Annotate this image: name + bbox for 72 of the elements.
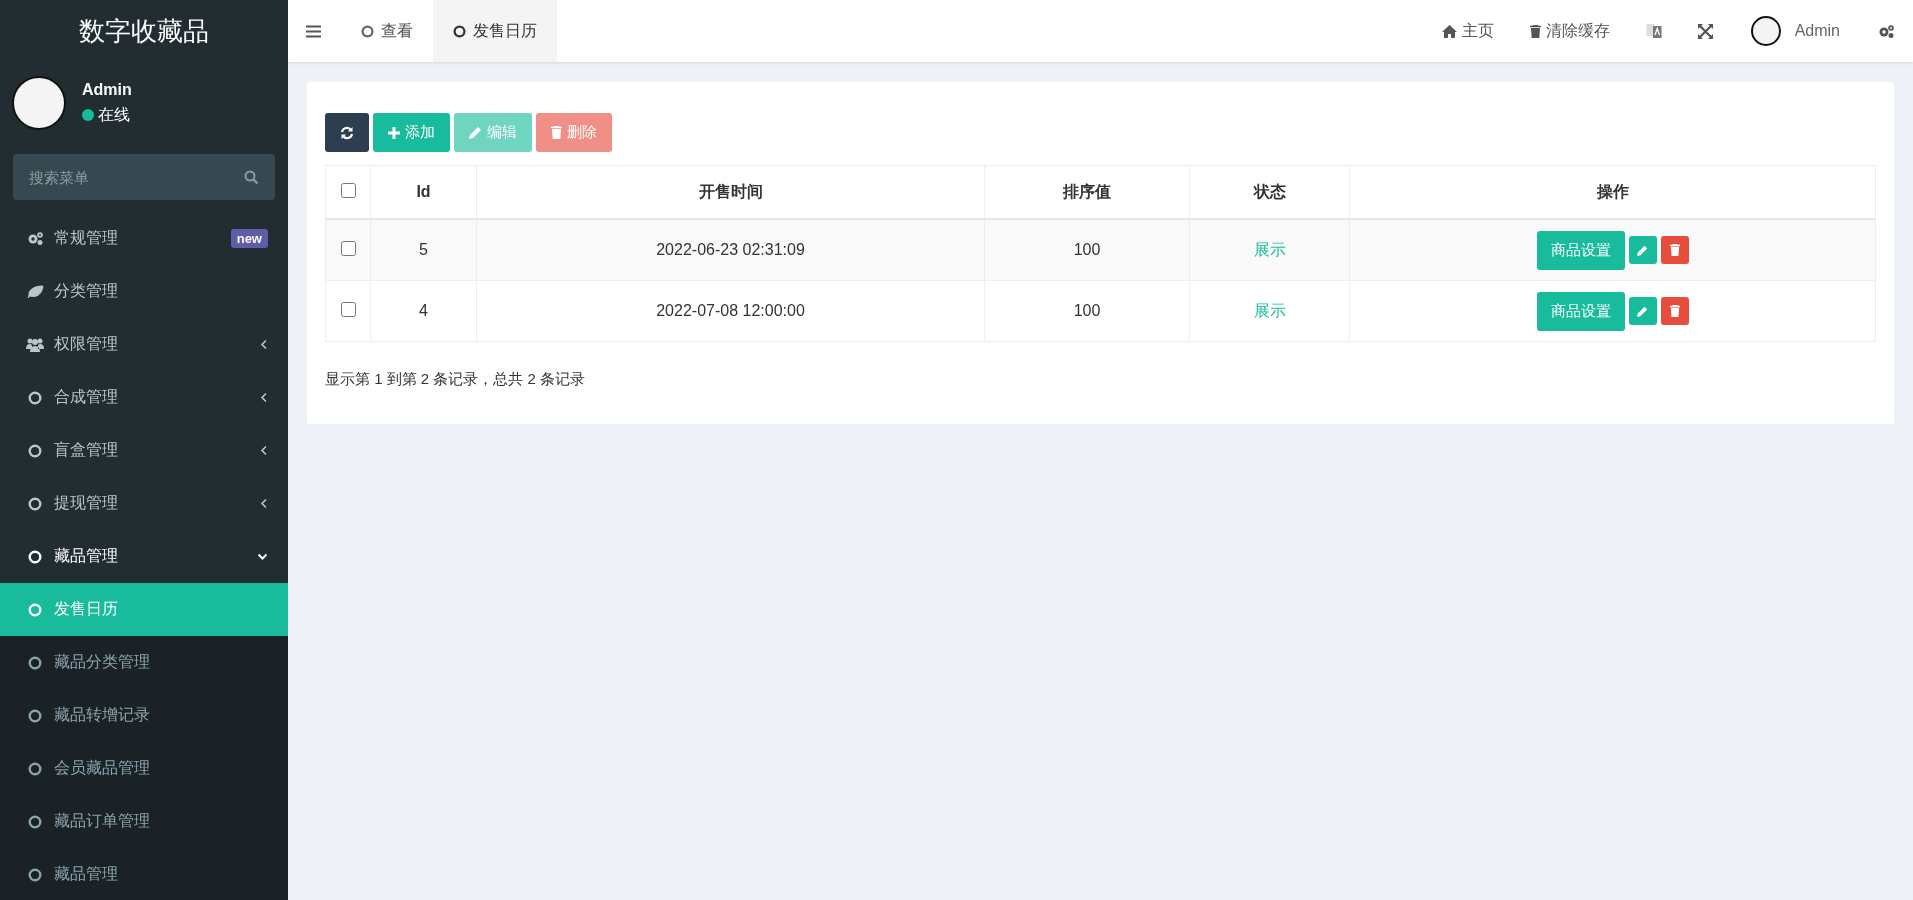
tab-circle-icon xyxy=(453,24,466,38)
trash-icon xyxy=(1529,24,1541,38)
trash-icon xyxy=(1669,305,1680,317)
settings-icon[interactable] xyxy=(1878,23,1895,39)
home-icon xyxy=(1441,24,1457,38)
submenu-item[interactable]: 藏品订单管理 xyxy=(0,795,288,848)
search-field[interactable]: 搜索菜单 xyxy=(13,154,275,200)
search-icon xyxy=(244,170,259,185)
trash-icon xyxy=(551,126,562,139)
refresh-button[interactable] xyxy=(325,113,369,152)
table-cell: 2022-07-08 12:00:00 xyxy=(476,280,985,342)
circle-icon xyxy=(28,867,42,882)
edit-button[interactable] xyxy=(1628,236,1657,264)
menu-item[interactable]: 权限管理 xyxy=(0,318,288,371)
app-title: 数字收藏品 xyxy=(78,14,210,48)
circle-icon xyxy=(28,602,42,617)
fullscreen-icon[interactable] xyxy=(1697,23,1713,39)
select-all-checkbox[interactable] xyxy=(340,182,356,198)
menu-icon[interactable] xyxy=(306,24,321,38)
menu-item[interactable]: 盲盒管理 xyxy=(0,424,288,477)
circle-icon xyxy=(28,655,42,670)
row-checkbox[interactable] xyxy=(340,301,356,317)
users-icon xyxy=(26,337,44,352)
leaf-icon xyxy=(26,284,44,299)
gears-icon xyxy=(26,231,44,246)
menu-item[interactable]: 藏品管理 xyxy=(0,530,288,583)
submenu-item[interactable]: 藏品分类管理 xyxy=(0,636,288,689)
table-cell: 5 xyxy=(370,219,477,281)
table-cell: 100 xyxy=(984,219,1190,281)
nav-link[interactable]: 清除缓存 xyxy=(1511,0,1628,62)
delete-button[interactable] xyxy=(1660,297,1689,325)
row-checkbox[interactable] xyxy=(340,240,356,256)
circle-icon xyxy=(28,761,42,776)
nav-link[interactable]: 主页 xyxy=(1423,0,1512,62)
table-cell: 2022-06-23 02:31:09 xyxy=(476,219,985,281)
circle-icon xyxy=(28,390,42,405)
circle-icon xyxy=(28,496,42,511)
trash-icon xyxy=(1669,244,1680,256)
menu-item[interactable]: 分类管理 xyxy=(0,265,288,318)
refresh-icon xyxy=(340,125,354,140)
menu-item[interactable]: 提现管理 xyxy=(0,477,288,530)
user-status: 在线 xyxy=(98,104,130,125)
avatar xyxy=(1750,16,1781,46)
circle-icon xyxy=(28,443,42,458)
user-name: Admin xyxy=(82,80,132,99)
pencil-icon xyxy=(469,126,482,139)
submenu-item[interactable]: 会员藏品管理 xyxy=(0,742,288,795)
status-text: 展示 xyxy=(1253,240,1286,258)
online-status-icon xyxy=(82,109,94,121)
pencil-icon xyxy=(1637,244,1648,256)
edit-button[interactable] xyxy=(1628,297,1657,325)
status-text: 展示 xyxy=(1253,301,1286,319)
pagination-info: 显示第 1 到第 2 条记录，总共 2 条记录 xyxy=(325,370,586,389)
avatar xyxy=(12,76,66,130)
circle-icon xyxy=(28,549,42,564)
tab-circle-icon xyxy=(361,24,374,38)
pencil-icon xyxy=(1637,305,1648,317)
page-tab[interactable]: 发售日历 xyxy=(433,0,557,62)
circle-icon xyxy=(28,814,42,829)
page-tab[interactable]: 查看 xyxy=(341,0,433,62)
submenu-item[interactable]: 藏品转增记录 xyxy=(0,689,288,742)
submenu-item[interactable]: 藏品管理 xyxy=(0,848,288,900)
table-cell: 4 xyxy=(370,280,477,342)
user-menu[interactable]: Admin xyxy=(1730,0,1860,62)
circle-icon xyxy=(28,708,42,723)
plus-icon xyxy=(388,126,400,139)
table-cell: 100 xyxy=(984,280,1190,342)
delete-button[interactable] xyxy=(1660,236,1689,264)
translate-icon[interactable] xyxy=(1645,23,1662,39)
menu-item[interactable]: 常规管理 new xyxy=(0,212,288,265)
menu-item[interactable]: 合成管理 xyxy=(0,371,288,424)
new-badge: new xyxy=(230,229,268,248)
